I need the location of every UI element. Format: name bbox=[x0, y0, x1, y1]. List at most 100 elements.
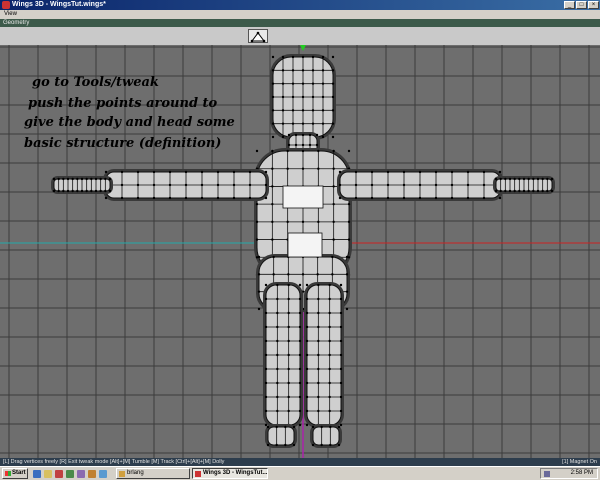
mesh-right-leg-vertex bbox=[305, 325, 309, 329]
vertex-mode-button[interactable] bbox=[248, 29, 268, 43]
mesh-right-leg-vertex bbox=[317, 297, 320, 301]
mesh-head-vertex bbox=[281, 55, 285, 59]
annotation-line-2: push the points around to bbox=[28, 96, 218, 111]
window-title: Wings 3D - WingsTut.wings* bbox=[12, 1, 106, 8]
mesh-left-arm-vertex bbox=[120, 196, 124, 200]
mesh-right-foot-vertex bbox=[311, 443, 315, 447]
mesh-right-leg-vertex bbox=[305, 283, 309, 287]
task-button-wings[interactable]: Wings 3D - WingsTut... bbox=[192, 468, 268, 479]
mesh-right-arm-vertex bbox=[338, 183, 342, 187]
mesh-head-vertex bbox=[331, 109, 335, 112]
mesh-left-leg-vertex bbox=[298, 409, 302, 413]
mesh-torso-vertex bbox=[286, 149, 289, 153]
mesh-right-arm-vertex bbox=[450, 183, 454, 187]
mesh-left-leg-vertex bbox=[298, 283, 302, 287]
task-button-brlang[interactable]: brlang bbox=[116, 468, 190, 479]
mesh-torso-vertex bbox=[332, 167, 335, 170]
mesh-right-leg-vertex bbox=[305, 395, 309, 399]
mesh-right-arm-vertex bbox=[386, 196, 390, 200]
mesh-right-arm-vertex bbox=[418, 196, 422, 200]
mesh-left-leg-vertex bbox=[276, 381, 279, 385]
mesh-left-arm-vertex bbox=[184, 170, 188, 174]
mesh-left-leg-vertex bbox=[287, 283, 290, 287]
mesh-left-arm-vertex bbox=[168, 170, 172, 174]
folder-quicklaunch-icon[interactable] bbox=[88, 470, 96, 478]
mesh-right-arm-vertex bbox=[498, 170, 502, 174]
mesh-right-foot-vertex bbox=[337, 443, 341, 447]
maximize-icon[interactable]: □ bbox=[576, 1, 587, 9]
app-quicklaunch-icon[interactable] bbox=[55, 470, 63, 478]
mesh-head-vertex bbox=[321, 95, 325, 99]
mesh-head-vertex bbox=[271, 55, 275, 59]
mesh-pelvis-vertex bbox=[257, 290, 261, 293]
mesh-right-hand-vertex bbox=[499, 189, 502, 193]
mesh-left-leg-vertex bbox=[298, 311, 302, 315]
mesh-left-arm-vertex bbox=[232, 196, 236, 200]
mesh-right-hand-vertex bbox=[522, 177, 526, 181]
mesh-left-hand-vertex bbox=[66, 189, 70, 193]
mesh-right-leg-vertex bbox=[328, 395, 331, 399]
mesh-left-hand-vertex bbox=[104, 189, 107, 193]
mesh-right-hand-vertex bbox=[513, 189, 516, 193]
mesh-torso-vertex bbox=[271, 149, 274, 153]
mesh-right-leg-vertex bbox=[339, 325, 343, 329]
app2-quicklaunch-icon[interactable] bbox=[99, 470, 107, 478]
mesh-pelvis-vertex bbox=[272, 273, 275, 276]
mesh-right-leg-vertex bbox=[305, 297, 309, 301]
volume-icon[interactable] bbox=[544, 471, 550, 477]
mesh-neck-vertex bbox=[315, 143, 319, 147]
magnet-status[interactable]: [1] Magnet On bbox=[562, 458, 597, 466]
mesh-pelvis-vertex bbox=[287, 273, 290, 276]
mesh-left-leg-vertex bbox=[264, 311, 268, 315]
status-hint: [L] Drag vertices freely [R] Exit tweak … bbox=[3, 459, 225, 465]
mesh-right-leg-vertex bbox=[339, 339, 343, 343]
mesh-right-arm-vertex bbox=[354, 183, 358, 187]
mail-quicklaunch-icon[interactable] bbox=[66, 470, 74, 478]
menu-item-view[interactable]: View bbox=[0, 11, 17, 17]
close-icon[interactable]: × bbox=[588, 1, 599, 9]
mesh-head-vertex bbox=[321, 122, 325, 125]
mesh-right-leg-vertex bbox=[317, 409, 320, 413]
mesh-right-arm-vertex bbox=[466, 196, 470, 200]
3d-viewport[interactable]: go to Tools/tweak push the points around… bbox=[0, 45, 600, 458]
mesh-head-vertex bbox=[301, 122, 305, 125]
mesh-right-hand-vertex bbox=[541, 189, 544, 193]
mesh-neck-vertex bbox=[315, 133, 319, 137]
mesh-neck-vertex bbox=[294, 133, 298, 137]
mesh-right-hand-vertex bbox=[550, 189, 554, 193]
desktop-quicklaunch-icon[interactable] bbox=[44, 470, 52, 478]
mesh-left-hand-vertex bbox=[104, 177, 107, 181]
mesh-head-vertex bbox=[321, 69, 325, 72]
mesh-torso-vertex bbox=[317, 167, 320, 170]
clock: 2:58 PM bbox=[570, 470, 593, 476]
mesh-right-arm-vertex bbox=[402, 183, 406, 187]
mesh-left-arm-vertex bbox=[168, 183, 172, 187]
mesh-right-leg-vertex bbox=[339, 283, 343, 287]
mesh-right-leg-vertex bbox=[317, 381, 320, 385]
mesh-right-hand-vertex bbox=[508, 177, 512, 181]
mesh-left-leg-vertex bbox=[298, 381, 302, 385]
mesh-right-leg-vertex bbox=[339, 395, 343, 399]
mesh-head-vertex bbox=[281, 82, 285, 85]
start-button[interactable]: Start bbox=[2, 468, 28, 479]
mesh-torso-vertex bbox=[271, 167, 274, 170]
mesh-left-arm-vertex bbox=[120, 183, 124, 187]
mesh-left-hand-vertex bbox=[80, 177, 84, 181]
mesh-right-foot-vertex bbox=[337, 425, 341, 429]
mesh-left-arm-vertex bbox=[104, 170, 108, 174]
mesh-head-vertex bbox=[271, 122, 275, 125]
mesh-right-arm-vertex bbox=[370, 196, 374, 200]
mesh-head-vertex bbox=[321, 55, 325, 59]
wings-task-icon bbox=[195, 471, 201, 477]
mesh-left-foot-vertex bbox=[292, 425, 296, 429]
mesh-head-vertex bbox=[281, 109, 285, 112]
mesh-left-leg-vertex bbox=[264, 381, 268, 385]
mesh-right-arm-vertex bbox=[338, 196, 342, 200]
mesh-chest-highlight bbox=[282, 185, 324, 209]
minimize-icon[interactable]: _ bbox=[564, 1, 575, 9]
mesh-left-leg-vertex bbox=[276, 353, 279, 357]
media-quicklaunch-icon[interactable] bbox=[77, 470, 85, 478]
wings-app-icon bbox=[2, 1, 10, 9]
mesh-pelvis-vertex bbox=[316, 273, 319, 276]
ie-quicklaunch-icon[interactable] bbox=[33, 470, 41, 478]
